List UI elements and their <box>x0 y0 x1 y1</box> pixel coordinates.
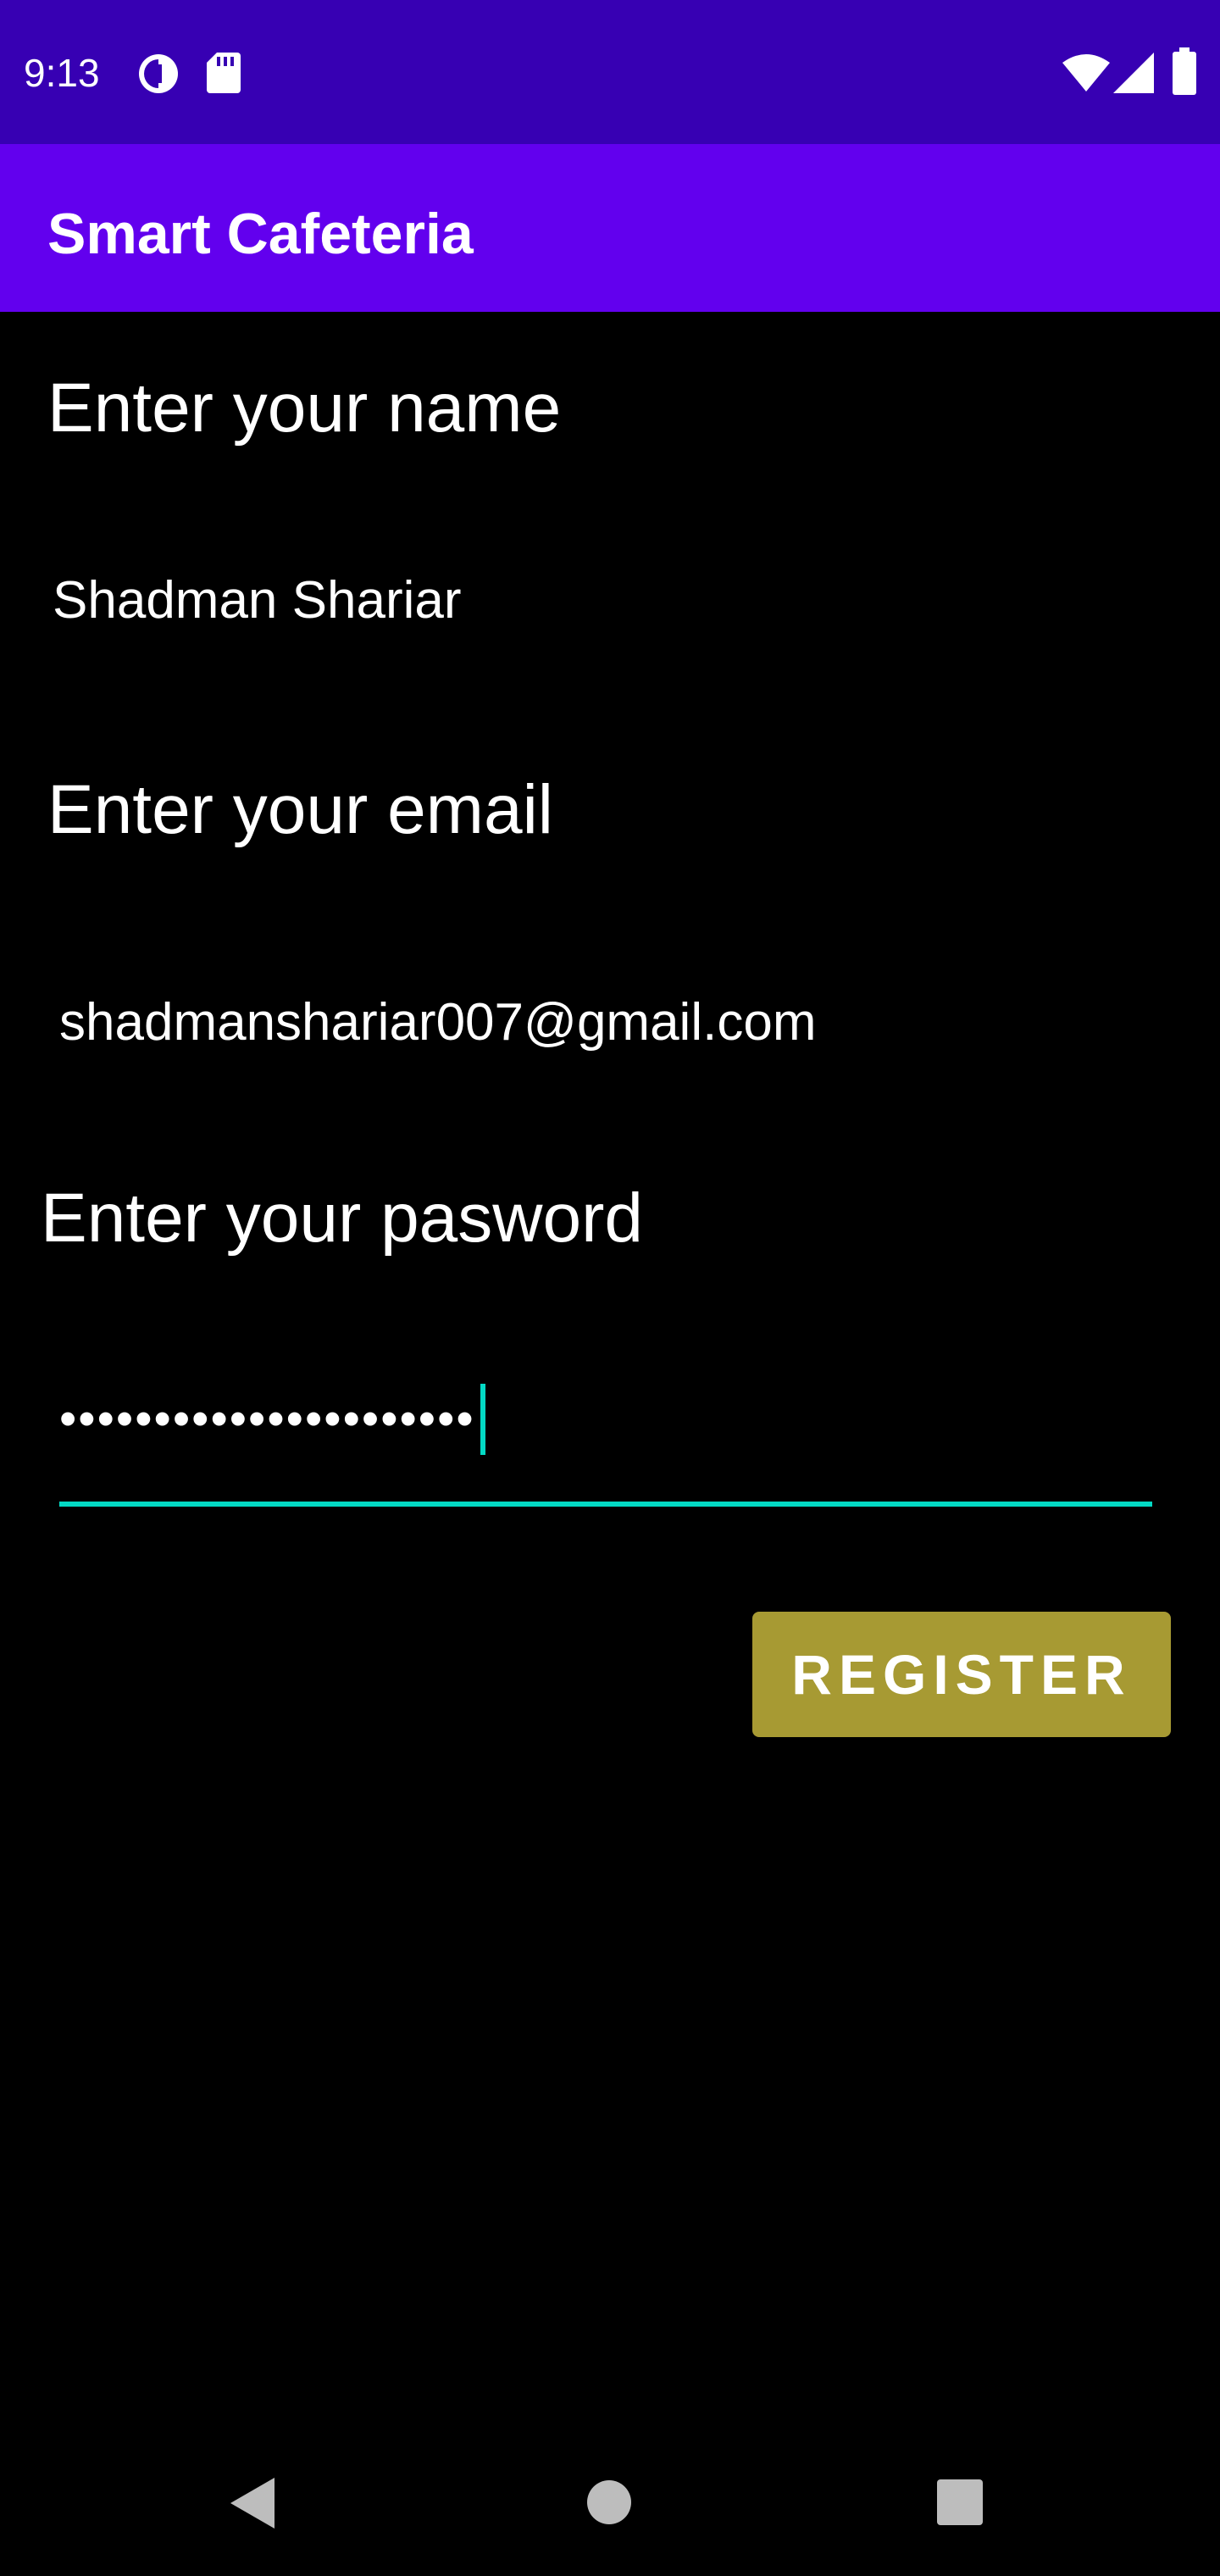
status-bar: 9:13 <box>0 0 1220 144</box>
back-icon[interactable] <box>230 2478 274 2529</box>
name-label: Enter your name <box>47 369 562 447</box>
password-label: Enter your pasword <box>41 1180 644 1257</box>
email-label: Enter your email <box>47 771 554 848</box>
name-field[interactable]: Shadman Shariar <box>53 569 462 632</box>
text-cursor <box>480 1384 485 1455</box>
password-field[interactable]: •••••••••••••••••••••• <box>59 1381 485 1457</box>
navigation-bar <box>0 2440 1220 2576</box>
status-time: 9:13 <box>24 51 100 95</box>
wifi-icon <box>1062 54 1110 92</box>
recents-icon[interactable] <box>937 2479 983 2525</box>
app-bar: Smart Cafeteria <box>0 144 1220 312</box>
home-icon[interactable] <box>586 2479 632 2525</box>
email-field[interactable]: shadmanshariar007@gmail.com <box>59 991 816 1054</box>
battery-icon <box>1173 47 1196 95</box>
cellular-signal-icon <box>1113 53 1154 93</box>
password-field-underline <box>59 1502 1152 1507</box>
password-value: •••••••••••••••••••••• <box>59 1391 475 1446</box>
data-saver-icon <box>139 54 178 93</box>
register-button[interactable]: REGISTER <box>752 1612 1171 1737</box>
sd-card-icon <box>207 53 241 93</box>
app-title: Smart Cafeteria <box>47 202 474 266</box>
